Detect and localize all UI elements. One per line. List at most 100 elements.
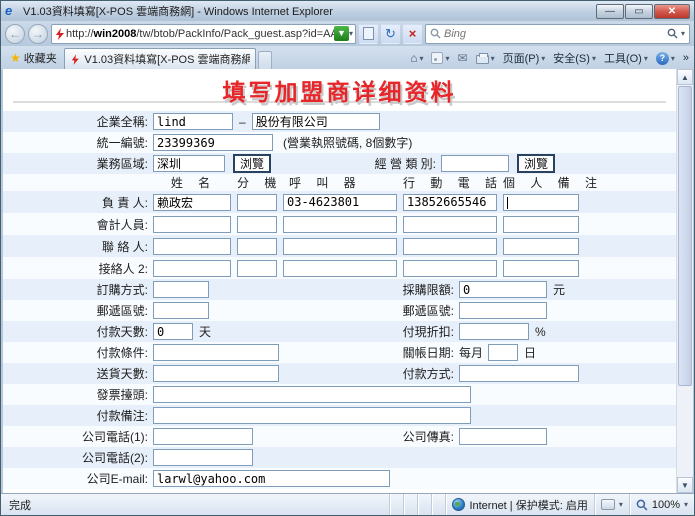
address-bar[interactable]: http://win2008/tw/btob/PackInfo/Pack_gue… bbox=[51, 24, 356, 44]
page-content: 填写加盟商详细资料 企業全稱: – 統一編號: (營業執照號碼, 8個數字) 業… bbox=[1, 69, 694, 493]
addon-icon[interactable]: ▼ bbox=[334, 26, 349, 41]
command-bar: ⌂▾ ▾ ✉ ▾ 页面(P)▾ 安全(S)▾ 工具(O)▾ ?▾ » bbox=[407, 49, 692, 69]
cash-discount-input[interactable] bbox=[459, 323, 529, 340]
payment-note-input[interactable] bbox=[153, 407, 471, 424]
category-label: 經 營 類 別: bbox=[335, 155, 441, 172]
purchase-limit-input[interactable] bbox=[459, 281, 547, 298]
favorites-button[interactable]: ★ 收藏夹 bbox=[3, 48, 64, 68]
delivery-days-input[interactable] bbox=[153, 365, 279, 382]
scroll-down-icon[interactable]: ▼ bbox=[677, 477, 693, 493]
navigation-bar: ← → http://win2008/tw/btob/PackInfo/Pack… bbox=[1, 21, 694, 46]
tools-menu[interactable]: 工具(O)▾ bbox=[601, 49, 651, 67]
safety-menu[interactable]: 安全(S)▾ bbox=[550, 49, 599, 67]
status-spacer bbox=[403, 494, 417, 515]
contact2-mobile-input[interactable] bbox=[403, 260, 497, 277]
contact-name-input[interactable] bbox=[153, 238, 231, 255]
owner-note-input[interactable] bbox=[503, 194, 579, 211]
search-dropdown-icon[interactable]: ▾ bbox=[681, 29, 685, 38]
payment-method-input[interactable] bbox=[459, 365, 579, 382]
toolbar-overflow-button[interactable]: » bbox=[680, 51, 692, 65]
search-go-icon[interactable] bbox=[667, 28, 678, 39]
zip-left-input[interactable] bbox=[153, 302, 209, 319]
phone1-input[interactable] bbox=[153, 428, 253, 445]
compatibility-view-button[interactable] bbox=[359, 24, 378, 44]
email-input[interactable] bbox=[153, 470, 390, 487]
zip-right-input[interactable] bbox=[459, 302, 547, 319]
order-method-input[interactable] bbox=[153, 281, 209, 298]
stop-button[interactable]: × bbox=[403, 24, 422, 44]
contact2-ext-input[interactable] bbox=[237, 260, 277, 277]
scroll-up-icon[interactable]: ▲ bbox=[677, 69, 693, 85]
zone-text: Internet | 保护模式: 启用 bbox=[469, 497, 587, 513]
closing-date-label: 關帳日期: bbox=[353, 344, 459, 361]
contact2-name-input[interactable] bbox=[153, 260, 231, 277]
category-browse-button[interactable]: 浏覽 bbox=[517, 154, 555, 173]
print-button[interactable]: ▾ bbox=[473, 51, 498, 65]
scrollbar-track[interactable] bbox=[677, 387, 693, 477]
address-dropdown-icon[interactable]: ▾ bbox=[349, 29, 353, 38]
owner-mobile-input[interactable] bbox=[403, 194, 497, 211]
tab-active[interactable]: V1.03資料填寫[X-POS 雲端商務網] bbox=[64, 48, 256, 69]
contact-pager-input[interactable] bbox=[283, 238, 397, 255]
restore-button[interactable]: ▭ bbox=[625, 4, 653, 19]
cash-discount-label: 付現折扣: bbox=[353, 323, 459, 340]
refresh-icon: ↻ bbox=[385, 26, 396, 42]
title-bar[interactable]: e V1.03資料填寫[X-POS 雲端商務網] - Windows Inter… bbox=[1, 1, 694, 21]
contact-note-input[interactable] bbox=[503, 238, 579, 255]
internet-zone-icon bbox=[452, 498, 465, 511]
payment-terms-input[interactable] bbox=[153, 344, 279, 361]
zip-right-label: 郵遞區號: bbox=[353, 302, 459, 319]
fax-input[interactable] bbox=[459, 428, 547, 445]
new-tab-stub[interactable] bbox=[258, 51, 272, 69]
accountant-mobile-input[interactable] bbox=[403, 216, 497, 233]
vertical-scrollbar[interactable]: ▲ ▼ bbox=[676, 69, 693, 493]
contact-ext-input[interactable] bbox=[237, 238, 277, 255]
accountant-note-input[interactable] bbox=[503, 216, 579, 233]
payment-note-label: 付款備注: bbox=[61, 407, 153, 424]
closing-date-input[interactable] bbox=[488, 344, 518, 361]
zoom-control[interactable]: 100% ▾ bbox=[629, 494, 694, 515]
home-button[interactable]: ⌂▾ bbox=[407, 50, 426, 66]
region-input[interactable] bbox=[153, 155, 225, 172]
header-mobile: 行 動 電 話 bbox=[403, 174, 497, 191]
search-input[interactable] bbox=[444, 28, 664, 40]
help-button[interactable]: ?▾ bbox=[653, 51, 678, 66]
minimize-button[interactable]: — bbox=[596, 4, 624, 19]
accountant-name-input[interactable] bbox=[153, 216, 231, 233]
owner-pager-input[interactable] bbox=[283, 194, 397, 211]
payment-days-input[interactable] bbox=[153, 323, 193, 340]
tax-id-input[interactable] bbox=[153, 134, 273, 151]
accountant-ext-input[interactable] bbox=[237, 216, 277, 233]
rss-icon bbox=[431, 52, 443, 64]
refresh-button[interactable]: ↻ bbox=[381, 24, 400, 44]
mail-icon: ✉ bbox=[458, 51, 468, 65]
read-mail-button[interactable]: ✉ bbox=[455, 50, 471, 66]
window-title: V1.03資料填寫[X-POS 雲端商務網] - Windows Interne… bbox=[23, 3, 596, 19]
row-accountant: 會計人員: bbox=[3, 213, 676, 235]
contact-mobile-input[interactable] bbox=[403, 238, 497, 255]
scrollbar-thumb[interactable] bbox=[678, 86, 692, 386]
company-suffix-input[interactable] bbox=[252, 113, 380, 130]
back-button[interactable]: ← bbox=[5, 24, 25, 44]
region-browse-button[interactable]: 浏覽 bbox=[233, 154, 271, 173]
tax-id-label: 統一編號: bbox=[61, 134, 153, 151]
contact2-pager-input[interactable] bbox=[283, 260, 397, 277]
forward-button[interactable]: → bbox=[28, 24, 48, 44]
search-box[interactable]: ▾ bbox=[425, 24, 690, 44]
favorites-star-icon: ★ bbox=[10, 51, 21, 65]
company-name-input[interactable] bbox=[153, 113, 233, 130]
protected-mode-button[interactable]: ▾ bbox=[594, 494, 629, 515]
close-button[interactable]: ✕ bbox=[654, 4, 690, 19]
page-menu[interactable]: 页面(P)▾ bbox=[500, 49, 549, 67]
home-icon: ⌂ bbox=[410, 51, 417, 65]
accountant-pager-input[interactable] bbox=[283, 216, 397, 233]
invoice-title-input[interactable] bbox=[153, 386, 471, 403]
purchase-limit-unit: 元 bbox=[553, 281, 565, 298]
owner-name-input[interactable] bbox=[153, 194, 231, 211]
feeds-button[interactable]: ▾ bbox=[428, 51, 452, 65]
zoom-level: 100% bbox=[652, 499, 680, 511]
owner-ext-input[interactable] bbox=[237, 194, 277, 211]
category-input[interactable] bbox=[441, 155, 509, 172]
contact2-note-input[interactable] bbox=[503, 260, 579, 277]
phone2-input[interactable] bbox=[153, 449, 253, 466]
